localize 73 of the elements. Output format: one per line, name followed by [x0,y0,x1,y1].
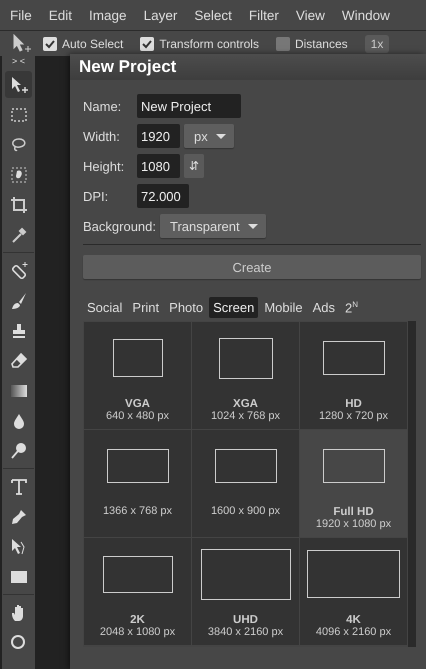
checkbox-label: Distances [294,37,348,51]
checkbox[interactable] [43,37,57,51]
field-label: DPI: [83,188,110,204]
preset-tile[interactable]: 4K 4096 x 2160 px [300,538,407,646]
checkbox-label: Auto Select [62,37,124,51]
frame-icon [307,550,400,598]
background-dropdown[interactable]: Transparent [160,214,266,238]
height-field[interactable]: 1080 [137,154,180,178]
pointer-move-icon[interactable] [12,34,32,54]
checkbox[interactable] [276,37,290,51]
preset-tab[interactable]: Social [83,297,126,318]
menu-item[interactable]: Layer [144,8,178,22]
menu-item[interactable]: Edit [48,8,72,22]
frame-icon [218,338,272,379]
preset-name: UHD [233,614,258,626]
preset-tile[interactable]: 1366 x 768 px [84,430,191,538]
scrollbar[interactable] [408,321,416,648]
menu-item[interactable]: Image [89,8,127,22]
preset-tab[interactable]: Ads [308,297,340,318]
field-label: Background: [83,218,156,234]
preset-name: 4K [346,614,361,626]
preset-size: 2048 x 1080 px [100,626,176,638]
zoom-button[interactable]: 1x [364,35,390,53]
preset-size: 1280 x 720 px [318,410,388,422]
preset-tab[interactable]: Print [128,297,164,318]
preset-tile[interactable]: UHD 3840 x 2160 px [192,538,299,646]
preset-tab[interactable]: 2$^{N}$ [341,297,362,318]
frame-icon [200,548,290,600]
menu-item[interactable]: Select [194,8,232,22]
preset-tab[interactable]: Photo [165,297,208,318]
preset-tile[interactable]: 2K 2048 x 1080 px [84,538,191,646]
preset-size: 3840 x 2160 px [208,626,284,638]
preset-size: 1024 x 768 px [210,410,280,422]
frame-icon [102,556,172,593]
swap-button[interactable]: ⇵ [184,154,204,178]
name-field[interactable]: New Project [137,94,241,118]
preset-size: 1920 x 1080 px [316,518,392,530]
preset-tile[interactable]: HD 1280 x 720 px [300,322,407,430]
preset-name: 2K [130,614,145,626]
dpi-field[interactable]: 72.000 [137,184,189,208]
preset-tile[interactable]: XGA 1024 x 768 px [192,322,299,430]
preset-name: Full HD [333,506,374,518]
preset-tile[interactable]: 1600 x 900 px [192,430,299,538]
field-label: Width: [83,128,121,144]
dialog-title: New Project [70,54,426,80]
field-label: Height: [83,158,126,174]
preset-name: VGA [125,398,150,410]
preset-size: 4096 x 2160 px [316,626,392,638]
checkbox[interactable] [140,37,154,51]
preset-name: XGA [233,398,258,410]
unit-dropdown[interactable]: px [184,124,234,148]
menu-item[interactable]: View [296,8,325,22]
preset-size: 640 x 480 px [106,410,169,422]
create-button[interactable]: Create [83,255,421,279]
field-label: Name: [83,98,122,114]
preset-tab[interactable]: Screen [209,297,258,318]
frame-icon [112,339,162,378]
preset-tile[interactable]: VGA 640 x 480 px [84,322,191,430]
menu-item[interactable]: File [10,8,32,22]
move-tool-icon[interactable] [5,71,32,98]
collapse-toggle[interactable]: > < [12,56,25,66]
checkbox-label: Transform controls [159,37,259,51]
frame-icon [322,449,384,484]
frame-icon [214,449,276,484]
menu-item[interactable]: Window [342,8,390,22]
frame-icon [322,341,384,376]
preset-tab[interactable]: Mobile [260,297,307,318]
frame-icon [106,449,168,484]
preset-size: 1366 x 768 px [102,505,172,518]
preset-size: 1600 x 900 px [210,505,280,518]
width-field[interactable]: 1920 [137,124,180,148]
preset-name: HD [345,398,362,410]
menu-item[interactable]: Filter [248,8,279,22]
